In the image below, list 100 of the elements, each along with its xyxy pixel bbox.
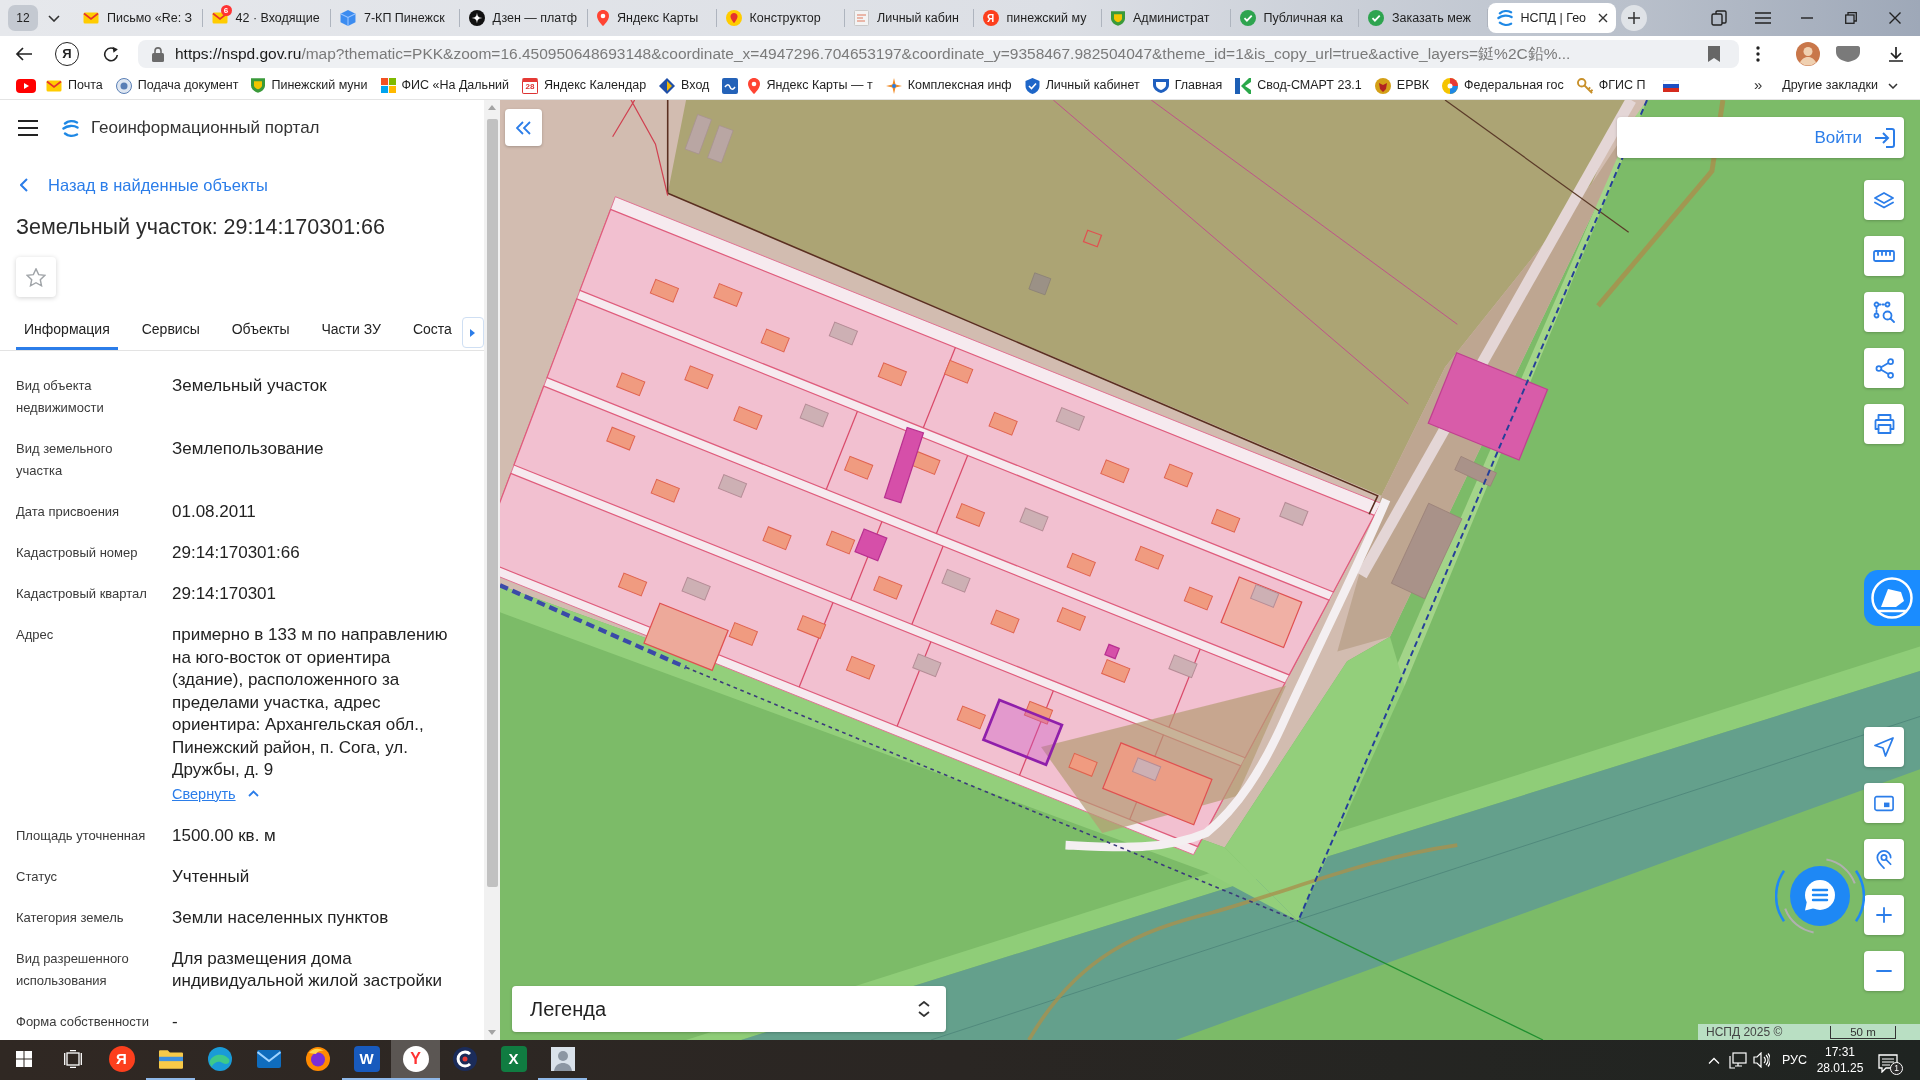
back-link[interactable]: Назад в найденные объекты <box>20 172 268 198</box>
plus-icon <box>1876 907 1892 923</box>
bookmark-link[interactable]: Вход <box>655 73 714 98</box>
volume-icon[interactable] <box>1752 1052 1770 1068</box>
bookmark-link[interactable]: Яндекс Карты — т <box>744 73 877 98</box>
shield-icon <box>1152 78 1169 93</box>
bookmark-link[interactable]: Свод-СМАРТ 23.1 <box>1231 73 1366 98</box>
video-play-icon[interactable] <box>16 78 36 93</box>
chevron-up-icon[interactable] <box>1707 1056 1720 1064</box>
notification-icon[interactable] <box>1878 1053 1898 1073</box>
taskbar-app-button[interactable]: W <box>342 1040 391 1080</box>
other-bookmarks-button[interactable]: Другие закладки <box>1782 76 1898 95</box>
clock-date[interactable]: 28.01.25 <box>1816 1060 1864 1076</box>
caret-down-icon[interactable] <box>48 14 60 22</box>
logo-icon <box>62 119 79 137</box>
restore-icon[interactable] <box>1845 12 1857 24</box>
bookmark-link[interactable]: Личный кабинет <box>1020 73 1144 98</box>
navigate-button[interactable] <box>1864 727 1904 767</box>
scrollbar[interactable] <box>484 100 500 1040</box>
scrollbar-thumb[interactable] <box>486 119 498 887</box>
chevron-logo-icon <box>1235 77 1252 94</box>
collapse-link[interactable]: Свернуть <box>172 783 259 804</box>
browser-tab[interactable]: НСПД | Гео <box>1487 3 1616 33</box>
avatar-icon <box>550 1047 575 1071</box>
property-value: - <box>172 1010 179 1033</box>
bookmark-link[interactable]: Федеральная гос <box>1438 73 1568 98</box>
check-circle-icon <box>1368 10 1384 26</box>
info-tab[interactable]: Соста <box>404 311 460 350</box>
bookmark-link[interactable]: Подача документ <box>111 73 243 98</box>
map-pin-icon <box>725 10 742 26</box>
property-label: Кадастровый квартал <box>15 585 148 603</box>
collapse-panel-button[interactable] <box>505 109 542 146</box>
map-scale: 50 m <box>1830 1025 1896 1039</box>
print-icon <box>1873 414 1895 434</box>
shield-check-icon <box>1024 77 1040 94</box>
app-title: Геоинформационный портал <box>91 117 320 140</box>
scroll-tabs-button[interactable] <box>461 317 484 348</box>
info-tab[interactable]: Части ЗУ <box>313 311 389 350</box>
bookmark-link[interactable]: ФИС «На Дальний <box>376 73 513 98</box>
bookmark-link[interactable]: Пинежский муни <box>247 73 372 98</box>
url-text[interactable]: https://nspd.gov.ru/map?thematic=PKK&zoom=16.450950648693148&coordinate_x=4947296.704653197&coordinate_y=9358467.982504047&theme_id=1&is_copy_url=true&active_layers=鋌%2C鉛%... <box>175 42 1571 66</box>
property-value: Земли населенных пунктов <box>172 906 390 929</box>
property-label: Вид земельного участка <box>15 440 114 480</box>
address-bar[interactable]: https://nspd.gov.ru/map?thematic=PKK&zoom=16.450950648693148&coordinate_x=4947296.704653197&coordinate_y=9358467.982504047&theme_id=1&is_copy_url=true&active_layers=鋌%2C鉛%... <box>138 40 1739 68</box>
menu-icon[interactable] <box>18 120 38 136</box>
avatar-icon[interactable] <box>1796 42 1820 66</box>
emblem-icon <box>1111 10 1125 26</box>
share-button[interactable] <box>1864 348 1904 388</box>
legend-button[interactable]: Легенда <box>512 986 946 1032</box>
info-tab[interactable]: Сервисы <box>133 311 208 350</box>
ring-logo-icon <box>452 1047 477 1071</box>
reload-icon[interactable] <box>103 46 119 62</box>
bookmark-link[interactable]: Комплексная инф <box>881 73 1016 98</box>
location-search-button[interactable] <box>1864 839 1904 879</box>
letter-circle-button[interactable]: Я <box>55 42 79 66</box>
bookmark-link[interactable]: ЕРВК <box>1370 73 1434 98</box>
taskbar-app-button[interactable]: X <box>489 1040 538 1080</box>
tab-counter[interactable]: 12 <box>8 5 38 31</box>
square-logo-icon[interactable] <box>722 77 739 94</box>
notification-badge: 6 <box>220 5 232 16</box>
bookmark-link[interactable]: Почта <box>42 73 107 98</box>
map-pin-icon <box>748 77 761 94</box>
caret-down-icon <box>1888 82 1898 89</box>
layers-button[interactable] <box>1864 180 1904 220</box>
new-tab-button[interactable] <box>1620 5 1647 31</box>
clock-time[interactable]: 17:31 <box>1825 1044 1855 1060</box>
windows-logo-icon <box>16 1051 32 1067</box>
back-arrow-icon[interactable] <box>15 47 33 61</box>
taskbar-app-button[interactable]: Y <box>391 1040 440 1080</box>
info-tab[interactable]: Объекты <box>223 311 298 350</box>
shield-icon[interactable] <box>1836 46 1860 62</box>
print-button[interactable] <box>1864 404 1904 444</box>
login-button[interactable]: Войти <box>1617 117 1904 158</box>
zoom-in-button[interactable] <box>1864 895 1904 935</box>
side-panel-tab[interactable] <box>1864 570 1920 626</box>
more-bookmarks-button[interactable]: » <box>1747 74 1769 97</box>
close-icon[interactable] <box>1597 13 1608 23</box>
property-label: Адрес <box>15 626 55 644</box>
bookmark-icon[interactable] <box>1708 46 1720 62</box>
property-label: Площадь уточненная <box>15 826 147 845</box>
wave-circle-icon <box>207 1047 232 1071</box>
download-icon[interactable] <box>1888 46 1904 62</box>
building <box>684 114 712 155</box>
color-wheel-icon <box>1442 77 1459 94</box>
ruler-button[interactable] <box>1864 236 1904 276</box>
close-icon[interactable] <box>1889 12 1901 24</box>
notification-count: 1 <box>1890 1061 1903 1075</box>
minimap-button[interactable] <box>1864 783 1904 823</box>
flag-icon[interactable] <box>1662 79 1679 92</box>
tabs-overview-icon[interactable] <box>1711 10 1727 26</box>
bookmark-link[interactable]: ФГИС П <box>1572 73 1650 98</box>
area-search-button[interactable] <box>1864 292 1904 332</box>
plus-icon <box>1627 12 1640 24</box>
more-vertical-icon[interactable] <box>1756 46 1760 62</box>
bookmark-link[interactable]: 28 Яндекс Календар <box>518 73 651 98</box>
taskbar-app-button[interactable]: Я <box>97 1040 146 1080</box>
bookmark-link[interactable]: Главная <box>1148 73 1227 98</box>
info-tab[interactable]: Информация <box>16 311 118 350</box>
network-icon[interactable] <box>1728 1051 1747 1069</box>
language-indicator[interactable]: РУС <box>1781 1050 1807 1070</box>
